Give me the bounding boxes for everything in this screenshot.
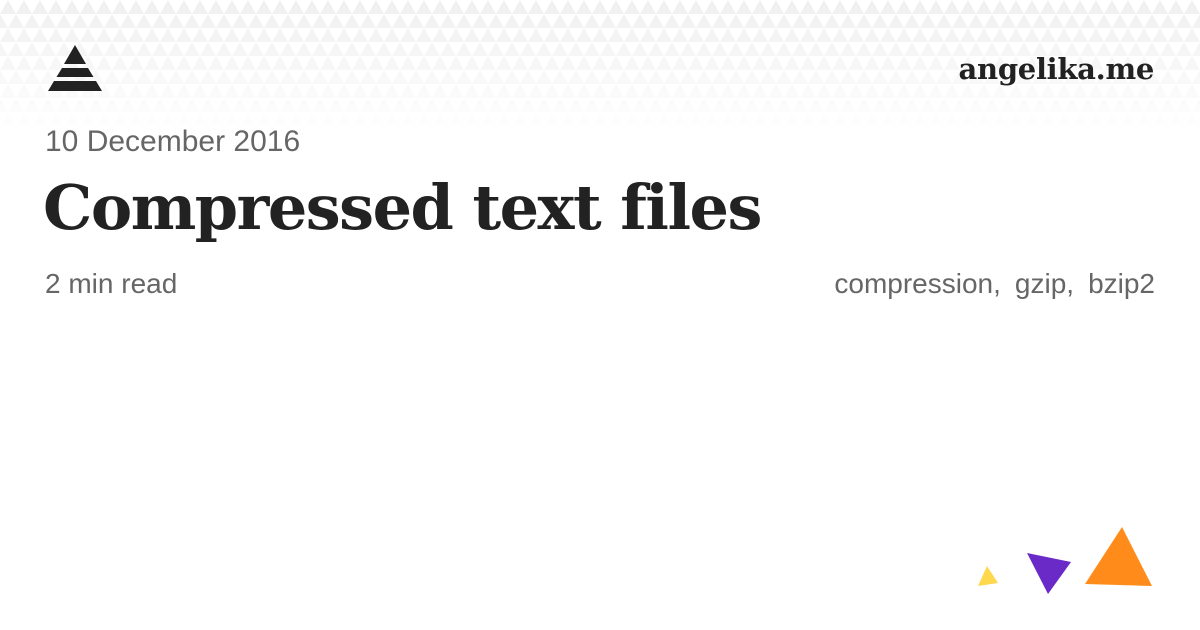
- purple-triangle-icon: [1027, 553, 1071, 594]
- post-date: 10 December 2016: [45, 125, 301, 158]
- pyramid-logo-icon[interactable]: [45, 45, 105, 97]
- post-title: Compressed text files: [43, 171, 762, 244]
- read-time: 2 min read: [45, 268, 178, 299]
- tag-separator: ,: [1066, 268, 1075, 299]
- tag-gzip[interactable]: gzip: [1015, 268, 1066, 299]
- site-brand-link[interactable]: angelika.me: [959, 52, 1155, 86]
- tag-compression[interactable]: compression: [834, 268, 993, 299]
- tag-bzip2[interactable]: bzip2: [1088, 268, 1155, 299]
- tag-separator: ,: [993, 268, 1001, 299]
- yellow-triangle-icon: [978, 566, 998, 586]
- decorative-triangles: [978, 527, 1152, 594]
- tag-list: compression, gzip, bzip2: [834, 268, 1155, 300]
- orange-triangle-icon: [1085, 527, 1152, 586]
